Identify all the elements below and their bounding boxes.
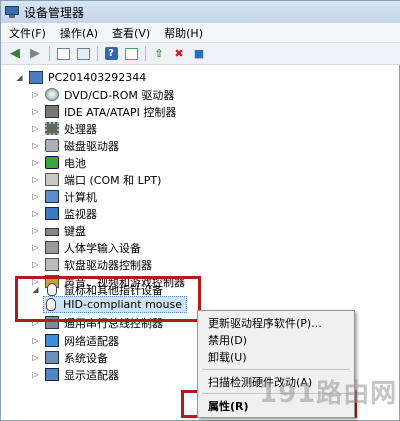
title-bar: 设备管理器 <box>1 1 400 23</box>
computer-icon <box>45 190 59 203</box>
collapse-icon[interactable]: ◢ <box>15 73 24 82</box>
expand-icon[interactable]: ▷ <box>31 141 40 150</box>
ctx-separator <box>202 369 350 370</box>
expand-icon[interactable]: ▷ <box>31 243 40 252</box>
expand-icon[interactable]: ▷ <box>31 353 40 362</box>
tree-item-computer[interactable]: ▷ 计算机 <box>31 188 97 205</box>
ctx-properties[interactable]: 属性(R) <box>208 398 249 414</box>
network-icon <box>45 334 59 347</box>
expand-icon[interactable]: ▷ <box>31 192 40 201</box>
tree-item-dvd[interactable]: ▷ DVD/CD-ROM 驱动器 <box>31 86 174 103</box>
ide-controller-icon <box>45 105 59 118</box>
expand-icon[interactable]: ▷ <box>31 107 40 116</box>
monitor-icon <box>45 207 59 220</box>
show-hidden-icon[interactable] <box>75 46 91 62</box>
device-manager-window: 设备管理器 文件(F) 操作(A) 查看(V) 帮助(H) ◀ ▶ ? ⇧ ✖ … <box>0 0 400 421</box>
toolbar-separator <box>97 46 98 61</box>
menu-view[interactable]: 查看(V) <box>112 25 150 41</box>
tree-item-floppy[interactable]: ▷ 软盘驱动器控制器 <box>31 256 152 273</box>
expand-icon[interactable]: ▷ <box>31 124 40 133</box>
ctx-update-driver[interactable]: 更新驱动程序软件(P)... <box>208 315 322 331</box>
properties-view-icon[interactable] <box>55 46 71 62</box>
expand-icon[interactable]: ▷ <box>31 158 40 167</box>
floppy-controller-icon <box>45 258 59 271</box>
port-icon <box>45 173 59 186</box>
processor-icon <box>45 122 59 135</box>
tree-item-ports[interactable]: ▷ 端口 (COM 和 LPT) <box>31 171 161 188</box>
tree-item-processor[interactable]: ▷ 处理器 <box>31 120 97 137</box>
expand-icon[interactable]: ▷ <box>31 336 40 345</box>
forward-icon[interactable]: ▶ <box>27 46 43 62</box>
expand-icon[interactable]: ▷ <box>31 90 40 99</box>
expand-icon[interactable]: ▷ <box>31 209 40 218</box>
system-device-icon <box>45 351 59 364</box>
expand-icon[interactable]: ▷ <box>31 226 40 235</box>
tree-item-hid[interactable]: ▷ 人体学输入设备 <box>31 239 141 256</box>
toolbar: ◀ ▶ ? ⇧ ✖ ■ <box>1 43 400 65</box>
expand-icon[interactable]: ▷ <box>31 260 40 269</box>
menu-help[interactable]: 帮助(H) <box>164 25 203 41</box>
menu-bar: 文件(F) 操作(A) 查看(V) 帮助(H) <box>1 23 400 43</box>
tree-item-keyboard[interactable]: ▷ 键盘 <box>31 222 86 239</box>
menu-file[interactable]: 文件(F) <box>9 25 46 41</box>
dvd-icon <box>45 88 59 101</box>
display-adapter-icon <box>45 368 59 381</box>
menu-action[interactable]: 操作(A) <box>60 25 98 41</box>
tree-root[interactable]: ◢ PC201403292344 <box>15 69 146 86</box>
update-driver-icon[interactable]: ⇧ <box>151 46 167 62</box>
tree-item-display[interactable]: ▷ 显示适配器 <box>31 366 119 383</box>
computer-icon <box>29 71 43 84</box>
scan-icon[interactable] <box>123 46 139 62</box>
help-icon[interactable]: ? <box>103 46 119 62</box>
hid-icon <box>45 241 59 254</box>
expand-icon[interactable]: ▷ <box>31 370 40 379</box>
toolbar-separator <box>145 46 146 61</box>
keyboard-icon <box>45 228 59 236</box>
battery-icon <box>45 156 59 169</box>
tree-item-battery[interactable]: ▷ 电池 <box>31 154 86 171</box>
tree-item-system[interactable]: ▷ 系统设备 <box>31 349 108 366</box>
tree-item-disk[interactable]: ▷ 磁盘驱动器 <box>31 137 119 154</box>
tree-item-monitor[interactable]: ▷ 监视器 <box>31 205 97 222</box>
highlight-box-mouse <box>15 276 201 322</box>
watermark: 191路由网 <box>259 379 398 409</box>
disable-device-icon[interactable]: ✖ <box>171 46 187 62</box>
disk-drive-icon <box>45 139 59 152</box>
tree-item-network[interactable]: ▷ 网络适配器 <box>31 332 119 349</box>
tree-item-ide[interactable]: ▷ IDE ATA/ATAPI 控制器 <box>31 103 176 120</box>
ctx-uninstall[interactable]: 卸载(U) <box>208 349 247 365</box>
back-icon[interactable]: ◀ <box>7 46 23 62</box>
tree-root-label: PC201403292344 <box>48 71 147 84</box>
ctx-disable[interactable]: 禁用(D) <box>208 332 247 348</box>
toolbar-separator <box>49 46 50 61</box>
expand-icon[interactable]: ▷ <box>31 175 40 184</box>
uninstall-icon[interactable]: ■ <box>191 46 207 62</box>
device-manager-icon <box>5 6 19 18</box>
window-title: 设备管理器 <box>24 5 85 20</box>
